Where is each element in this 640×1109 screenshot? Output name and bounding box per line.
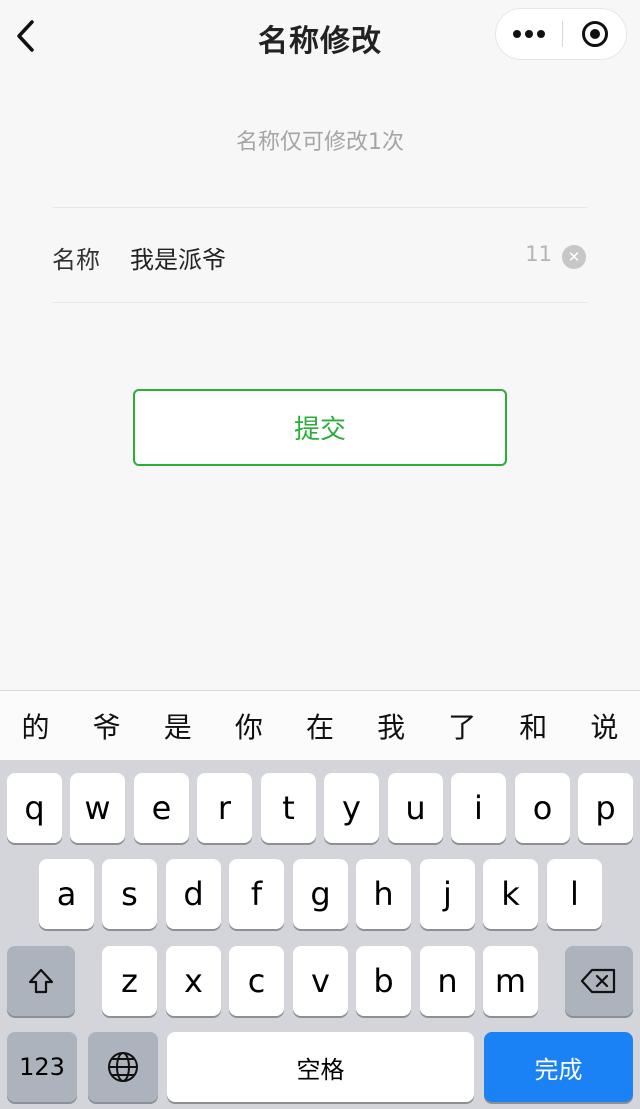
key-z[interactable]: z <box>102 946 157 1016</box>
backspace-icon <box>580 968 616 994</box>
close-mini-program-icon[interactable] <box>563 9 627 59</box>
clear-input-icon[interactable]: ✕ <box>562 245 586 269</box>
done-key[interactable]: 完成 <box>484 1032 633 1102</box>
candidate-word[interactable]: 了 <box>432 706 492 746</box>
candidate-word[interactable]: 说 <box>574 706 634 746</box>
shift-icon <box>28 968 54 994</box>
key-l[interactable]: l <box>547 859 602 929</box>
keyboard: q w e r t y u i o p a s d f g h j k l z … <box>0 760 640 1109</box>
key-q[interactable]: q <box>7 773 62 843</box>
candidate-word[interactable]: 我 <box>361 706 421 746</box>
candidate-word[interactable]: 是 <box>148 706 208 746</box>
mini-program-capsule <box>495 8 627 60</box>
key-m[interactable]: m <box>483 946 538 1016</box>
key-t[interactable]: t <box>261 773 316 843</box>
key-n[interactable]: n <box>420 946 475 1016</box>
name-field: 名称 我是派爷 11 ✕ <box>52 207 588 303</box>
submit-button[interactable]: 提交 <box>133 389 507 466</box>
shift-key[interactable] <box>7 946 75 1016</box>
name-input[interactable]: 我是派爷 <box>130 240 226 275</box>
candidate-word[interactable]: 的 <box>6 706 66 746</box>
candidate-word[interactable]: 和 <box>503 706 563 746</box>
edit-limit-notice: 名称仅可修改1次 <box>236 130 404 155</box>
key-u[interactable]: u <box>388 773 443 843</box>
name-field-label: 名称 <box>52 246 100 274</box>
numbers-key[interactable]: 123 <box>7 1032 77 1102</box>
delete-key[interactable] <box>565 946 633 1016</box>
key-e[interactable]: e <box>134 773 189 843</box>
candidate-word[interactable]: 你 <box>219 706 279 746</box>
key-y[interactable]: y <box>324 773 379 843</box>
key-f[interactable]: f <box>229 859 284 929</box>
more-options-icon[interactable] <box>496 9 562 59</box>
globe-icon <box>108 1052 138 1082</box>
key-i[interactable]: i <box>451 773 506 843</box>
key-j[interactable]: j <box>420 859 475 929</box>
key-v[interactable]: v <box>293 946 348 1016</box>
space-key[interactable]: 空格 <box>167 1032 474 1102</box>
globe-key[interactable] <box>88 1032 158 1102</box>
key-p[interactable]: p <box>578 773 633 843</box>
key-x[interactable]: x <box>166 946 221 1016</box>
candidate-bar: 的 爷 是 你 在 我 了 和 说 <box>0 690 640 760</box>
key-h[interactable]: h <box>356 859 411 929</box>
candidate-word[interactable]: 在 <box>290 706 350 746</box>
key-o[interactable]: o <box>515 773 570 843</box>
candidate-word[interactable]: 爷 <box>77 706 137 746</box>
key-g[interactable]: g <box>293 859 348 929</box>
key-a[interactable]: a <box>39 859 94 929</box>
key-w[interactable]: w <box>70 773 125 843</box>
character-count: 11 <box>525 242 552 266</box>
key-b[interactable]: b <box>356 946 411 1016</box>
key-r[interactable]: r <box>197 773 252 843</box>
key-d[interactable]: d <box>166 859 221 929</box>
key-s[interactable]: s <box>102 859 157 929</box>
navigation-bar: 名称修改 <box>0 0 640 72</box>
key-k[interactable]: k <box>483 859 538 929</box>
key-c[interactable]: c <box>229 946 284 1016</box>
